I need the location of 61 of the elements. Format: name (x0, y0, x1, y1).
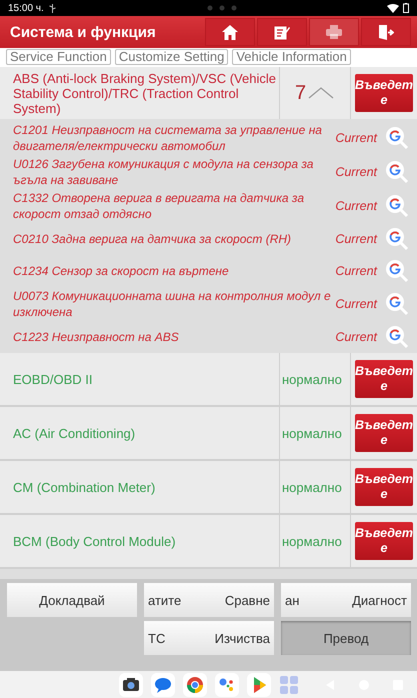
messages-app-icon[interactable] (151, 672, 175, 696)
enter-button[interactable]: Въведете (355, 360, 413, 398)
tab[interactable]: Vehicle Information (232, 49, 351, 65)
system-name: AC (Air Conditioning) (0, 407, 280, 459)
fault-state: Current (334, 131, 377, 145)
system-name: CM (Combination Meter) (0, 461, 280, 513)
action-button[interactable]: Докладвай (7, 583, 137, 617)
fault-state: Current (334, 330, 377, 344)
fault-description: C1223 Неизправност на ABS (13, 329, 180, 345)
tab[interactable]: Customize Setting (114, 49, 228, 65)
system-status: нормално (282, 426, 342, 440)
usb-icon (48, 4, 57, 12)
search-icon[interactable] (385, 126, 409, 150)
enter-button[interactable]: Въведете (355, 468, 413, 506)
play-store-icon[interactable] (247, 672, 271, 696)
search-icon[interactable] (385, 325, 409, 349)
battery-icon (403, 3, 410, 13)
search-icon[interactable] (385, 160, 409, 184)
browser-app-icon[interactable] (183, 672, 207, 696)
fault-description: U0126 Загубена комуникация с модула на сензора за ъгъла на завиване (13, 156, 314, 188)
action-button[interactable]: TC Изчиства (144, 621, 274, 655)
search-icon[interactable] (385, 194, 409, 218)
system-name: EOBD/OBD II (0, 353, 280, 405)
exit-icon (378, 24, 394, 40)
fault-state: Current (334, 199, 377, 213)
fault-description: U0073 Комуникационната шина на контролния модул е изключена (13, 288, 331, 320)
action-button[interactable]: ан Диагност (281, 583, 411, 617)
fault-description: C1201 Неизправност на системата за управление на двигателя/електрически автомобил (13, 122, 323, 154)
fault-description: C1234 Сензор за скорост на въртене (13, 263, 230, 279)
system-status: нормално (282, 480, 342, 494)
edit-icon (274, 24, 290, 40)
fault-count: 7 (294, 80, 306, 106)
enter-button[interactable]: Въведете (355, 522, 413, 560)
exit-button[interactable] (361, 18, 411, 46)
camera-dots-icon (206, 5, 237, 11)
search-icon[interactable] (385, 259, 409, 283)
action-button[interactable]: атите Сравне (144, 583, 274, 617)
search-icon[interactable] (385, 227, 409, 251)
home-icon (222, 24, 238, 40)
system-status: нормално (282, 534, 342, 548)
edit-button[interactable] (257, 18, 307, 46)
collapse-chevron-icon[interactable] (308, 87, 334, 99)
page-title: Система и функция (10, 24, 157, 40)
fault-state: Current (334, 232, 377, 246)
fault-state: Current (334, 165, 377, 179)
wifi-icon (387, 4, 400, 12)
enter-button[interactable]: Въведете (355, 74, 413, 112)
fault-state: Current (334, 264, 377, 278)
fault-state: Current (334, 297, 377, 311)
status-time: 15:00 ч. (8, 2, 44, 14)
tab[interactable]: Service Function (6, 49, 111, 65)
fault-description: C1332 Отворена верига в веригата на датчика за скорост отзад отдясно (13, 190, 306, 222)
system-name: BCM (Body Control Module) (0, 515, 280, 567)
enter-button[interactable]: Въведете (355, 414, 413, 452)
system-status: нормално (282, 372, 342, 386)
camera-app-icon[interactable] (119, 672, 143, 696)
assistant-app-icon[interactable] (215, 672, 239, 696)
search-icon[interactable] (385, 292, 409, 316)
home-button[interactable] (205, 18, 255, 46)
fault-description: C0210 Задна верига на датчика за скорост (RH) (13, 231, 292, 247)
printer-icon (326, 25, 342, 39)
